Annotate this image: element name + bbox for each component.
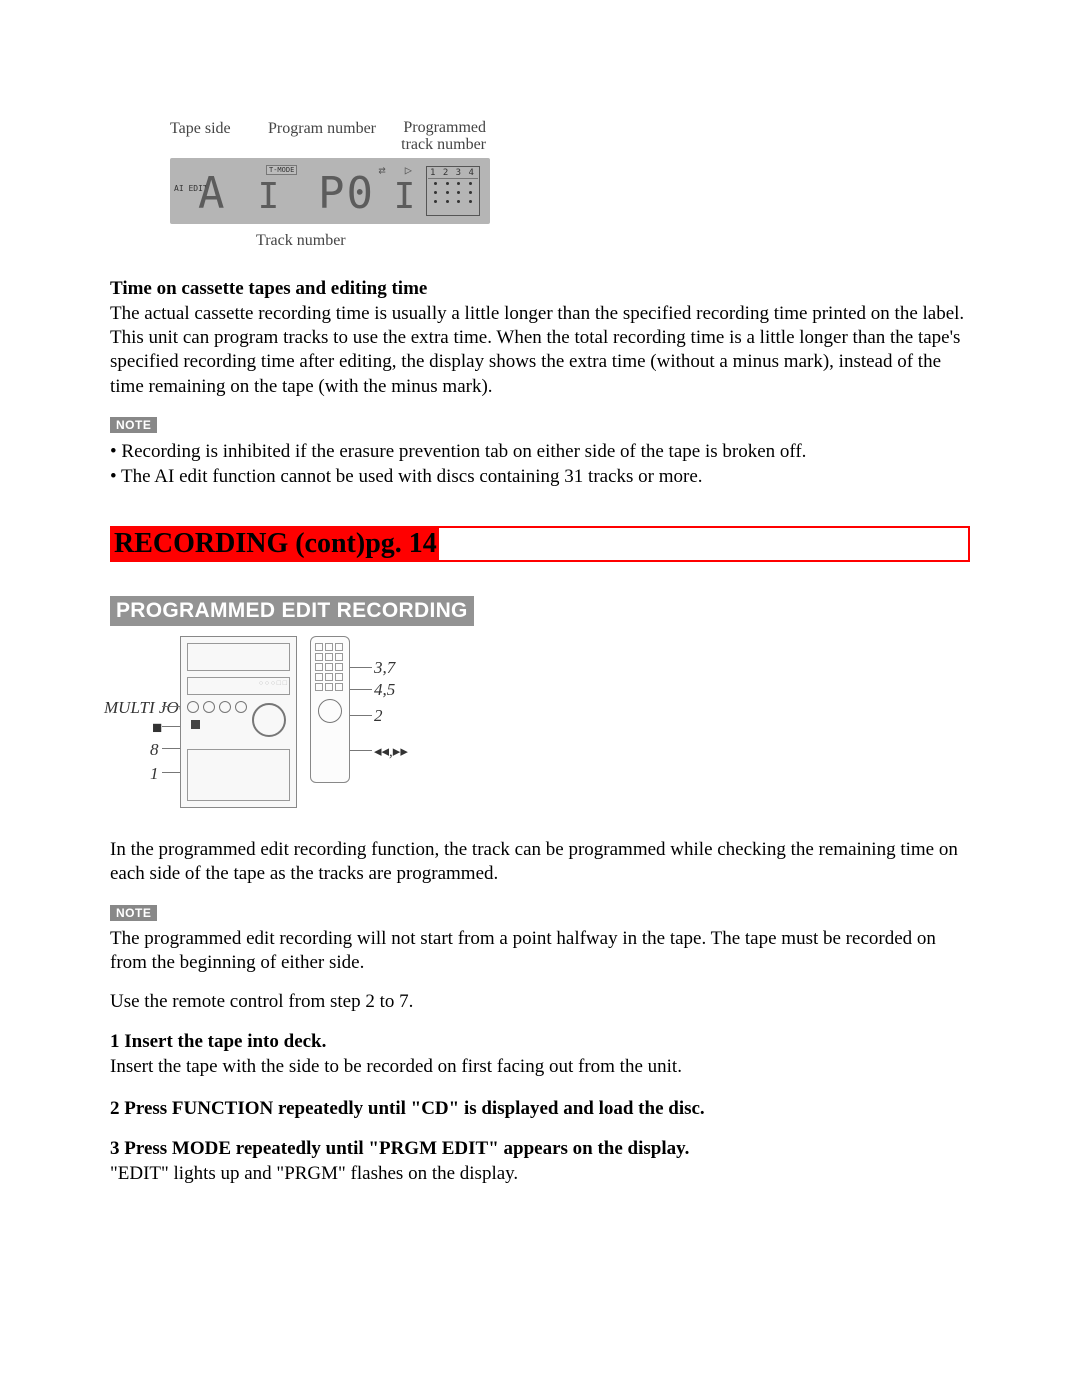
lcd-panel: AI EDIT A I T-MODE P0 I ⇄ ▷ 1 2 3 4 (170, 158, 490, 224)
lcd-tmode-badge: T-MODE (266, 165, 297, 175)
note-badge: NOTE (110, 417, 157, 433)
lcd-segment-program-p: P0 (318, 168, 375, 219)
device-illustration: MULTI JOG ■ 8 1 3,7 4,5 2 ◂◂,▸▸ ○ ○ ○ □ … (150, 636, 420, 816)
lcd-segment-program-num: I (368, 176, 419, 217)
lcd-track-grid: 1 2 3 4 (426, 166, 480, 216)
note1-item: • The AI edit function cannot be used wi… (110, 464, 970, 490)
section1-body: The actual cassette recording time is us… (110, 302, 970, 399)
stereo-unit-icon: ○ ○ ○ □ □ (180, 636, 297, 808)
note1-list: • Recording is inhibited if the erasure … (110, 439, 970, 490)
lcd-segment-track: I (232, 176, 283, 217)
callout-8: 8 (150, 740, 159, 760)
lcd-grid-header: 1 2 3 4 (428, 168, 478, 179)
callout-multi-jog: MULTI JOG (104, 698, 191, 718)
page-banner: RECORDING (cont)pg. 14 (110, 526, 970, 562)
lcd-segment-tape-side: A (198, 168, 227, 219)
step-1-head: 1 Insert the tape into deck. (110, 1031, 970, 1053)
note2-body: The programmed edit recording will not s… (110, 927, 970, 976)
label-tape-side: Tape side (170, 120, 248, 154)
step-1-body: Insert the tape with the side to be reco… (110, 1055, 970, 1079)
lcd-display-diagram: Tape side Program number Programmed trac… (170, 120, 510, 250)
note1-item: • Recording is inhibited if the erasure … (110, 439, 970, 465)
step-3-head: 3 Press MODE repeatedly until "PRGM EDIT… (110, 1138, 970, 1160)
remote-control-icon (310, 636, 350, 783)
intro-paragraph: In the programmed edit recording functio… (110, 838, 970, 887)
label-programmed-track: Programmed track number (376, 120, 486, 154)
lcd-play-icons: ⇄ ▷ (378, 163, 418, 177)
section1-heading: Time on cassette tapes and editing time (110, 278, 970, 300)
callout-1: 1 (150, 764, 159, 784)
manual-page: Tape side Program number Programmed trac… (0, 0, 1080, 1266)
diagram-top-labels: Tape side Program number Programmed trac… (170, 120, 510, 154)
section-banner: PROGRAMMED EDIT RECORDING (110, 596, 624, 626)
note-badge: NOTE (110, 905, 157, 921)
callout-skip-icons: ◂◂,▸▸ (374, 742, 408, 761)
label-track-number: Track number (256, 232, 510, 250)
remote-instruction: Use the remote control from step 2 to 7. (110, 991, 970, 1013)
label-program-number: Program number (248, 120, 376, 154)
step-3-body: "EDIT" lights up and "PRGM" flashes on t… (110, 1162, 970, 1186)
callout-3-7: 3,7 (374, 658, 395, 678)
callout-4-5: 4,5 (374, 680, 395, 700)
step-2-head: 2 Press FUNCTION repeatedly until "CD" i… (110, 1098, 970, 1120)
callout-stop-icon: ■ (152, 718, 162, 738)
page-banner-text: RECORDING (cont)pg. 14 (114, 528, 437, 559)
callout-2: 2 (374, 706, 383, 726)
